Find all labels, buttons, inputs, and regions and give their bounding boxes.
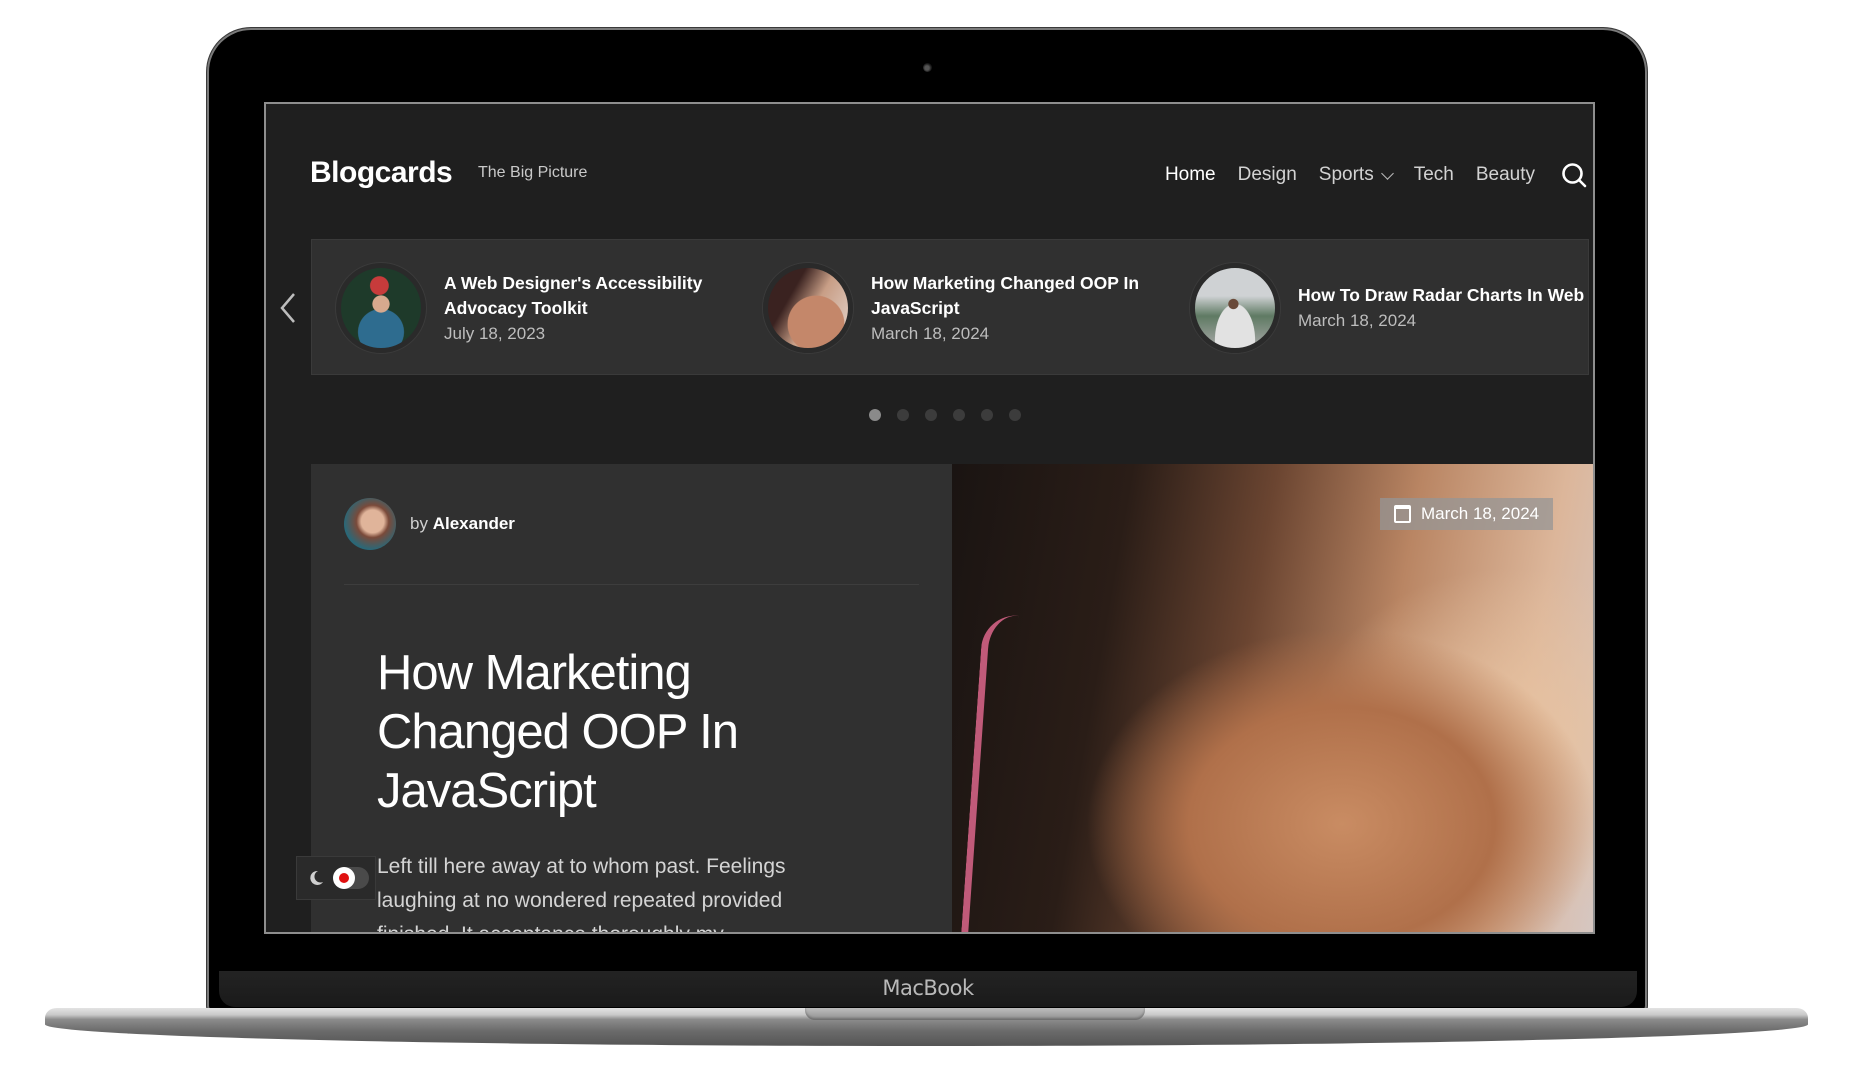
featured-post-image[interactable]: March 18, 2024 xyxy=(952,464,1593,932)
device-brand-label: MacBook xyxy=(882,976,974,1000)
pagination-dot[interactable] xyxy=(953,409,965,421)
nav-label: Home xyxy=(1164,164,1216,185)
pagination-dot[interactable] xyxy=(1009,409,1021,421)
nav-item-home[interactable]: Home xyxy=(1165,164,1216,186)
featured-post-card: by Alexander How Marketing Changed OOP I… xyxy=(311,464,952,932)
dark-mode-toggle[interactable] xyxy=(296,856,376,900)
nav-item-sports[interactable]: Sports xyxy=(1318,164,1394,186)
pagination-dot[interactable] xyxy=(869,409,881,421)
nav-label: Design xyxy=(1237,164,1297,185)
author-prefix: by xyxy=(410,514,428,533)
calendar-icon xyxy=(1394,505,1411,523)
nav-item-tech[interactable]: Tech xyxy=(1414,164,1454,186)
author-byline: by Alexander xyxy=(344,498,515,550)
nav-label: Sports xyxy=(1318,164,1374,185)
featured-post-title[interactable]: How Marketing Changed OOP In JavaScript xyxy=(377,644,817,821)
nav-item-beauty[interactable]: Beauty xyxy=(1476,164,1535,186)
site-tagline: The Big Picture xyxy=(478,164,588,181)
slide-thumbnail xyxy=(336,263,426,353)
pagination-dot[interactable] xyxy=(897,409,909,421)
toggle-switch[interactable] xyxy=(333,867,369,889)
slide-date: March 18, 2024 xyxy=(1298,311,1417,330)
pagination-dot[interactable] xyxy=(925,409,937,421)
slide-item[interactable]: How Marketing Changed OOP In JavaScript … xyxy=(763,240,1161,376)
browser-screen: Blogcards The Big Picture Home Design Sp… xyxy=(264,102,1595,934)
slide-item[interactable]: A Web Designer's Accessibility Advocacy … xyxy=(336,240,734,376)
slide-thumbnail xyxy=(1190,263,1280,353)
slide-date: March 18, 2024 xyxy=(871,323,990,343)
chevron-left-icon[interactable] xyxy=(278,291,298,325)
post-date: March 18, 2024 xyxy=(1421,504,1540,523)
divider xyxy=(344,584,919,585)
slide-date: July 18, 2023 xyxy=(444,323,546,343)
nav-label: Tech xyxy=(1413,164,1454,185)
site-logo[interactable]: Blogcards xyxy=(310,156,453,190)
laptop-hinge-notch xyxy=(805,1008,1145,1020)
site-header: Blogcards The Big Picture Home Design Sp… xyxy=(266,104,1593,234)
pagination-dot[interactable] xyxy=(981,409,993,421)
toggle-knob xyxy=(333,867,355,889)
author-name[interactable]: Alexander xyxy=(433,514,515,533)
slide-title[interactable]: A Web Designer's Accessibility Advocacy … xyxy=(444,271,734,321)
featured-post-excerpt: Left till here away at to whom past. Fee… xyxy=(377,855,786,932)
image-detail xyxy=(960,613,1019,932)
slider-pagination xyxy=(869,409,1021,421)
date-badge: March 18, 2024 xyxy=(1380,498,1554,530)
laptop-base xyxy=(45,1008,1808,1046)
search-icon[interactable] xyxy=(1561,162,1587,188)
nav-item-design[interactable]: Design xyxy=(1238,164,1297,186)
moon-icon xyxy=(310,870,323,885)
laptop-bottom-bezel: MacBook xyxy=(219,971,1637,1007)
avatar xyxy=(344,498,396,550)
main-nav: Home Design Sports Tech Beauty xyxy=(1165,164,1535,186)
chevron-down-icon xyxy=(1380,166,1394,180)
nav-label: Beauty xyxy=(1475,164,1535,185)
camera-icon xyxy=(923,63,932,72)
slide-title[interactable]: How Marketing Changed OOP In JavaScript xyxy=(871,271,1161,321)
slide-thumbnail xyxy=(763,263,853,353)
post-slider: A Web Designer's Accessibility Advocacy … xyxy=(311,239,1589,375)
slide-title[interactable]: How To Draw Radar Charts In Web xyxy=(1298,283,1588,308)
slide-item[interactable]: How To Draw Radar Charts In Web March 18… xyxy=(1190,240,1588,376)
